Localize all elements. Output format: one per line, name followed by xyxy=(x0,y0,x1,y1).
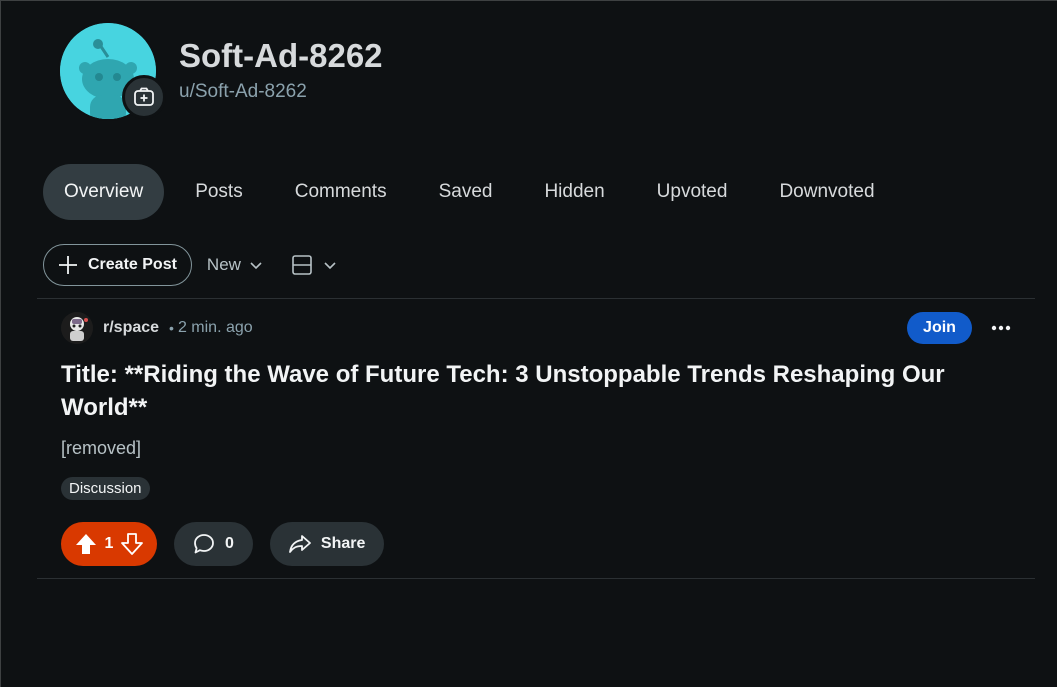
subreddit-name[interactable]: r/space xyxy=(103,319,159,337)
chevron-down-icon xyxy=(250,262,262,270)
chevron-down-icon xyxy=(324,262,336,270)
share-icon xyxy=(289,535,311,553)
comment-icon xyxy=(194,534,214,554)
comment-count: 0 xyxy=(225,535,234,552)
sort-label: New xyxy=(206,255,241,274)
profile-username: u/Soft-Ad-8262 xyxy=(179,81,307,102)
tab-hidden[interactable]: Hidden xyxy=(523,164,625,220)
plus-icon xyxy=(59,256,77,274)
upvote-icon[interactable] xyxy=(75,533,97,555)
profile-header: Soft-Ad-8262 u/Soft-Ad-8262 xyxy=(60,23,560,123)
subreddit-icon[interactable] xyxy=(61,312,93,344)
tab-overview[interactable]: Overview xyxy=(43,164,165,220)
tab-downvoted[interactable]: Downvoted xyxy=(758,164,895,220)
post-body: [removed] xyxy=(61,438,142,458)
comments-button[interactable]: 0 xyxy=(174,522,253,566)
vote-score: 1 xyxy=(104,535,114,552)
tab-saved[interactable]: Saved xyxy=(418,164,514,220)
meta-separator: • xyxy=(169,320,174,336)
tab-comments[interactable]: Comments xyxy=(274,164,408,220)
post-meta: r/space • 2 min. ago Join xyxy=(61,312,1021,344)
tab-posts[interactable]: Posts xyxy=(174,164,264,220)
view-layout-dropdown[interactable] xyxy=(291,254,337,276)
vote-control: 1 xyxy=(61,522,157,566)
post-actions: 1 0 Share xyxy=(61,522,385,566)
add-image-icon[interactable] xyxy=(122,75,166,119)
join-button[interactable]: Join xyxy=(907,312,972,344)
tab-upvoted[interactable]: Upvoted xyxy=(636,164,749,220)
divider-bottom xyxy=(37,578,1035,579)
post-flair[interactable]: Discussion xyxy=(61,477,150,500)
share-button[interactable]: Share xyxy=(269,522,385,566)
profile-display-name: Soft-Ad-8262 xyxy=(179,37,383,74)
profile-tabs: Overview Posts Comments Saved Hidden Upv… xyxy=(43,164,906,220)
create-post-button[interactable]: Create Post xyxy=(43,244,192,286)
more-options-icon[interactable] xyxy=(985,312,1017,344)
post-time: 2 min. ago xyxy=(177,319,253,336)
downvote-icon[interactable] xyxy=(121,533,144,555)
sort-dropdown[interactable]: New xyxy=(207,255,263,275)
feed-toolbar: Create Post New xyxy=(43,243,337,287)
post-title[interactable]: Title: **Riding the Wave of Future Tech:… xyxy=(61,358,961,424)
share-label: Share xyxy=(320,535,366,552)
card-layout-icon xyxy=(292,255,312,275)
create-post-label: Create Post xyxy=(88,256,177,273)
divider-top xyxy=(37,298,1035,299)
